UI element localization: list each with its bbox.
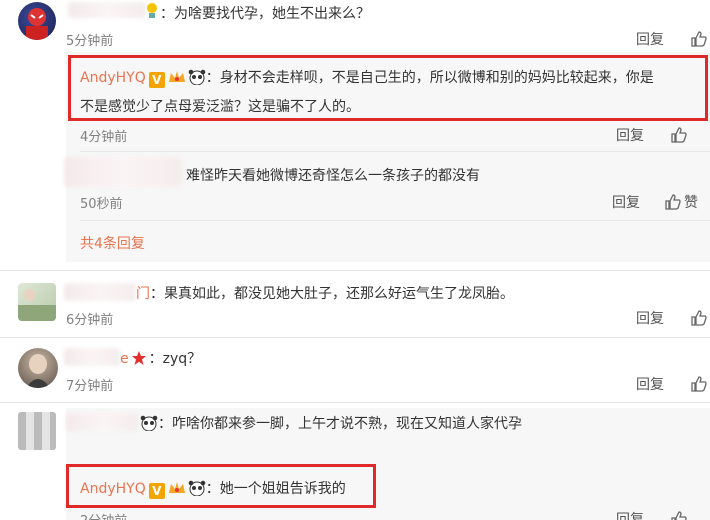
sub-comment-text: ：身材不会走样呗，不是自己生的，所以微博和别的妈妈比较起来，你是	[205, 70, 654, 86]
username-link[interactable]: 门	[136, 286, 150, 302]
divider	[80, 151, 710, 152]
thumb-up-icon[interactable]	[670, 510, 688, 520]
star-icon	[131, 351, 146, 365]
comment-time: 6分钟前	[66, 313, 114, 328]
blurred-username	[64, 283, 136, 301]
bulb-icon	[147, 3, 157, 18]
comment-text: ：为啥要找代孕，她生不出来么？	[160, 6, 370, 22]
reply-button[interactable]: 回复	[616, 509, 644, 520]
panda-icon	[188, 480, 206, 496]
avatar[interactable]	[18, 412, 56, 450]
divider	[80, 220, 710, 221]
reply-button[interactable]: 回复	[636, 308, 664, 328]
thumb-up-icon[interactable]	[670, 126, 688, 144]
comment-text: 难怪昨天看她微博还奇怪怎么一条孩子的都没有	[186, 168, 480, 184]
username-link[interactable]: AndyHYQ	[80, 70, 146, 86]
avatar[interactable]	[18, 283, 56, 321]
reply-button[interactable]: 回复	[612, 192, 640, 212]
username-link[interactable]: AndyHYQ	[80, 481, 146, 497]
comment-text: ：咋啥你都来参一脚，上午才说不熟，现在又知道人家代孕	[140, 413, 522, 433]
verified-v-icon: V	[148, 72, 165, 88]
sub-comment-line2: 不是感觉少了点母爱泛滥？这是骗不了人的。	[80, 99, 360, 115]
like-button[interactable]: 赞	[684, 192, 698, 212]
comment-body: ：咋啥你都来参一脚，上午才说不熟，现在又知道人家代孕	[158, 416, 522, 432]
comment-body: ：她一个姐姐告诉我的	[205, 481, 346, 497]
comment-time: 50秒前	[80, 197, 123, 212]
blurred-username	[66, 413, 138, 431]
divider	[0, 337, 710, 338]
reply-button[interactable]: 回复	[636, 374, 664, 394]
avatar[interactable]	[18, 2, 56, 40]
comment-time: 5分钟前	[66, 34, 114, 49]
reply-button[interactable]: 回复	[636, 29, 664, 49]
crown-icon	[168, 482, 185, 493]
sub-comment-line1: AndyHYQ V ：身材不会走样呗，不是自己生的，所以微博和别的妈妈比较起来，你是	[80, 67, 654, 88]
comment-text: 门：果真如此，都没见她大肚子，还那么好运气生了龙凤胎。	[136, 283, 514, 303]
person-avatar-icon	[26, 354, 50, 388]
comment-time: 2分钟前	[80, 510, 127, 520]
blurred-username	[68, 2, 146, 18]
comment-body: ：果真如此，都没见她大肚子，还那么好运气生了龙凤胎。	[150, 286, 514, 302]
thumb-up-icon[interactable]	[664, 193, 682, 211]
blurred-username	[64, 157, 182, 187]
avatar[interactable]	[18, 348, 58, 388]
spiderman-avatar-icon	[26, 8, 48, 40]
comment-body: ：zyq？	[148, 351, 202, 367]
comment-text: e ：zyq？	[120, 348, 201, 368]
panda-icon	[140, 415, 158, 431]
thumb-up-icon[interactable]	[690, 309, 708, 327]
blurred-username	[64, 348, 120, 366]
comment-time: 4分钟前	[80, 130, 128, 145]
username-link[interactable]: e	[120, 351, 129, 367]
panda-icon	[188, 69, 206, 85]
sub-comment-line: AndyHYQ V ：她一个姐姐告诉我的	[80, 478, 346, 499]
more-replies-link[interactable]: 共4条回复	[80, 233, 145, 253]
divider	[0, 402, 710, 403]
reply-button[interactable]: 回复	[616, 125, 644, 145]
thumb-up-icon[interactable]	[690, 375, 708, 393]
crown-icon	[168, 71, 185, 82]
verified-v-icon: V	[148, 483, 165, 499]
divider	[0, 270, 710, 271]
thumb-up-icon[interactable]	[690, 30, 708, 48]
comment-time: 7分钟前	[66, 379, 114, 394]
landscape-avatar-icon	[18, 289, 56, 321]
